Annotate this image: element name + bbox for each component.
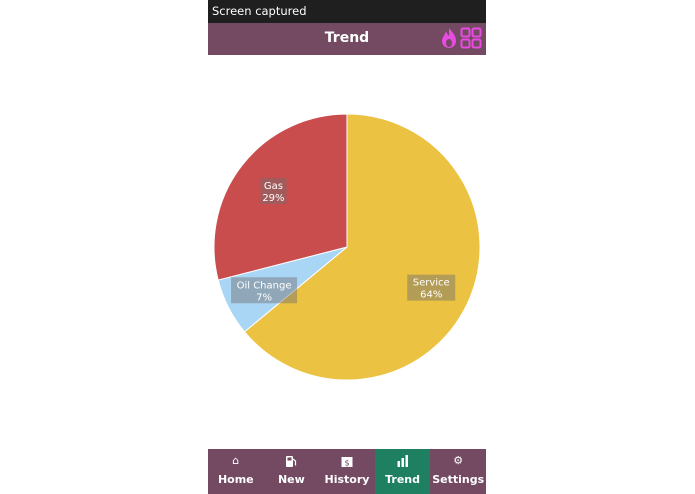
pie-label-percent: 7% xyxy=(256,292,272,303)
nav-label: Home xyxy=(217,473,254,486)
pie-label-service: Service64% xyxy=(407,274,456,301)
bar-chart-icon xyxy=(396,455,409,470)
nav-label: History xyxy=(324,473,370,486)
apps-grid-icon[interactable] xyxy=(460,27,482,49)
gear-icon: ⚙ xyxy=(453,454,464,467)
receipt-icon: $ xyxy=(340,455,353,471)
pie-label-oil-change: Oil Change7% xyxy=(231,277,298,304)
nav-label: Trend xyxy=(385,473,421,486)
status-bar: Screen captured xyxy=(208,0,486,23)
pie-label-percent: 64% xyxy=(420,290,442,301)
svg-text:$: $ xyxy=(344,459,349,468)
nav-label: New xyxy=(277,473,305,486)
nav-trend[interactable]: Trend xyxy=(374,449,431,494)
pie-label-percent: 29% xyxy=(262,193,284,204)
nav-label: Settings xyxy=(432,473,485,486)
fuel-pump-icon xyxy=(285,455,297,471)
pie-label-name: Service xyxy=(413,278,450,289)
flame-icon[interactable] xyxy=(440,26,458,50)
pie-label-name: Oil Change xyxy=(237,280,292,291)
app-header: Trend xyxy=(208,23,486,55)
bottom-nav: ⌂ Home New $ History Trend ⚙ Settings xyxy=(208,449,486,494)
nav-home[interactable]: ⌂ Home xyxy=(208,449,264,494)
pie-label-gas: Gas29% xyxy=(260,177,287,204)
nav-history[interactable]: $ History xyxy=(319,449,375,494)
status-text: Screen captured xyxy=(212,4,307,18)
pie-chart: Service64% Oil Change7% Gas29% xyxy=(213,113,481,381)
pie-label-name: Gas xyxy=(264,181,283,192)
home-icon: ⌂ xyxy=(232,454,240,467)
nav-new[interactable]: New xyxy=(264,449,320,494)
nav-settings[interactable]: ⚙ Settings xyxy=(430,449,486,494)
phone-screen: Screen captured Trend Service 64% Oil Chan… xyxy=(208,0,486,494)
